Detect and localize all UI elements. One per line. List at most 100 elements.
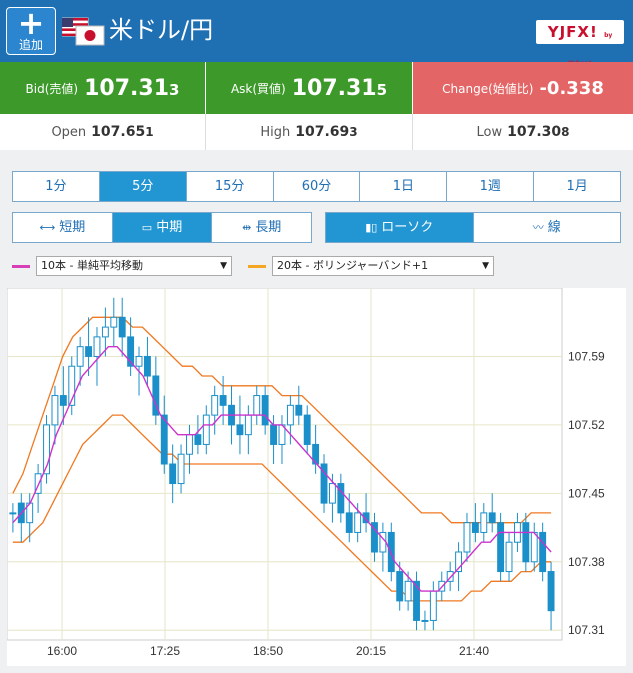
candle-body: [135, 355, 143, 367]
ohl-bar: Open 107.651 High 107.693 Low 107.308: [0, 114, 633, 150]
candle-body: [303, 414, 311, 445]
candle-body: [253, 395, 261, 416]
open-label: Open: [51, 124, 87, 140]
ma-color-swatch: [12, 264, 30, 268]
tab-short-term[interactable]: ⟷ 短期: [13, 213, 113, 242]
candle-body: [9, 512, 17, 515]
line-chart-icon: 〰: [532, 221, 544, 234]
tab-1week[interactable]: 1週: [447, 172, 535, 201]
bid-value-main: 107.31: [84, 75, 170, 101]
high-value-main: 107.69: [295, 124, 350, 140]
tab-mid-term-label: 中期: [156, 220, 183, 235]
tab-mid-term[interactable]: ▭ 中期: [112, 213, 213, 242]
candle-body: [261, 395, 269, 426]
pair-title: 米ドル/円: [109, 16, 214, 44]
candle-body: [404, 580, 412, 602]
candle-body: [101, 326, 109, 338]
candle-body: [110, 316, 118, 328]
bb-color-swatch: [248, 264, 266, 268]
change-label: Change(始値比): [442, 81, 534, 96]
ma-indicator: 10本 - 単純平均移動 ▼: [12, 256, 232, 276]
ask-label: Ask(買値): [230, 81, 286, 96]
candle-body: [488, 512, 496, 524]
yjfx-logo[interactable]: YJFX! by Yahoo!: [536, 20, 624, 67]
open-value-main: 107.65: [91, 124, 146, 140]
tab-1min[interactable]: 1分: [13, 172, 100, 201]
candle: [43, 415, 50, 484]
candle-body: [354, 512, 362, 533]
low-value: 107.308: [507, 124, 569, 140]
tab-1day[interactable]: 1日: [360, 172, 448, 201]
candle-body: [76, 346, 84, 367]
ask-value: 107.315: [292, 76, 387, 101]
frame-icon: ▭: [141, 221, 153, 234]
x-tick-label: 18:50: [253, 644, 283, 658]
candle-body: [471, 522, 479, 533]
candle-body: [177, 453, 185, 485]
arrows-in-icon: ⟷: [39, 221, 56, 234]
candle-body: [143, 355, 151, 377]
tab-long-term[interactable]: ⇹ 長期: [212, 213, 311, 242]
candle-body: [522, 522, 530, 563]
candle-body: [480, 512, 488, 533]
tab-5min[interactable]: 5分: [99, 172, 187, 201]
candle-body: [219, 395, 227, 406]
bid-value: 107.313: [84, 76, 179, 101]
logo-text: YJFX!: [547, 23, 598, 41]
x-tick-label: 17:25: [150, 644, 180, 658]
candle-body: [396, 571, 404, 602]
high-value-pip: 3: [349, 125, 358, 139]
y-tick-label: 107.45: [568, 486, 605, 500]
caret-down-icon: ▼: [220, 261, 227, 271]
candle-body: [194, 434, 202, 445]
tab-60min[interactable]: 60分: [274, 172, 361, 201]
x-tick-label: 16:00: [47, 644, 77, 658]
candle-body: [118, 316, 126, 338]
tab-1month[interactable]: 1月: [534, 172, 620, 201]
candle-body: [244, 414, 252, 436]
app-header: + 追加 米ドル/円 YJFX! by Yahoo!: [0, 0, 633, 67]
x-tick-label: 21:40: [459, 644, 489, 658]
low-label: Low: [476, 124, 503, 140]
candle-body: [497, 522, 505, 573]
high-stat: High 107.693: [206, 114, 413, 150]
term-tabs: ⟷ 短期 ▭ 中期 ⇹ 長期: [12, 212, 312, 243]
candle-body: [51, 395, 59, 426]
candle-body: [539, 531, 547, 573]
plot-area: [7, 288, 563, 641]
tab-line-label: 線: [547, 220, 561, 235]
candle-body: [286, 404, 294, 426]
arrows-out-icon: ⇹: [242, 221, 252, 234]
tab-candlestick[interactable]: ▮▯ ローソク: [326, 213, 474, 242]
low-value-main: 107.30: [507, 124, 562, 140]
ask-quote[interactable]: Ask(買値) 107.315: [206, 62, 413, 114]
bb-select[interactable]: 20本 - ボリンジャーバンド+1 ▼: [272, 256, 494, 276]
chart-type-tabs: ▮▯ ローソク 〰線: [325, 212, 621, 243]
candle-body: [59, 395, 67, 406]
tab-line[interactable]: 〰線: [474, 213, 621, 242]
candle-body: [169, 463, 177, 485]
candle-body: [236, 424, 244, 436]
bid-quote[interactable]: Bid(売値) 107.313: [0, 62, 206, 114]
low-stat: Low 107.308: [413, 114, 633, 150]
x-tick-label: 20:15: [356, 644, 386, 658]
caret-down-icon: ▼: [482, 261, 489, 271]
timeframe-tabs: 1分 5分 15分 60分 1日 1週 1月: [12, 171, 621, 202]
candle-body: [530, 531, 538, 563]
tab-15min[interactable]: 15分: [187, 172, 274, 201]
add-button[interactable]: + 追加: [6, 7, 56, 55]
open-value: 107.651: [91, 124, 153, 140]
plus-icon: +: [17, 4, 45, 42]
change-value: -0.338: [539, 77, 604, 99]
candle-body: [93, 336, 101, 357]
candlestick-icon: ▮▯: [365, 221, 378, 234]
ma-select[interactable]: 10本 - 単純平均移動 ▼: [36, 256, 232, 276]
candle-body: [186, 434, 193, 455]
tab-candlestick-label: ローソク: [381, 220, 434, 235]
add-button-label: 追加: [18, 38, 43, 52]
open-value-pip: 1: [145, 125, 154, 139]
price-chart[interactable]: 107.59 107.52 107.45 107.38 107.31 16:00 17:2…: [7, 288, 626, 666]
candle-body: [328, 483, 336, 504]
candle-body: [85, 346, 93, 357]
candle-body: [211, 395, 219, 416]
